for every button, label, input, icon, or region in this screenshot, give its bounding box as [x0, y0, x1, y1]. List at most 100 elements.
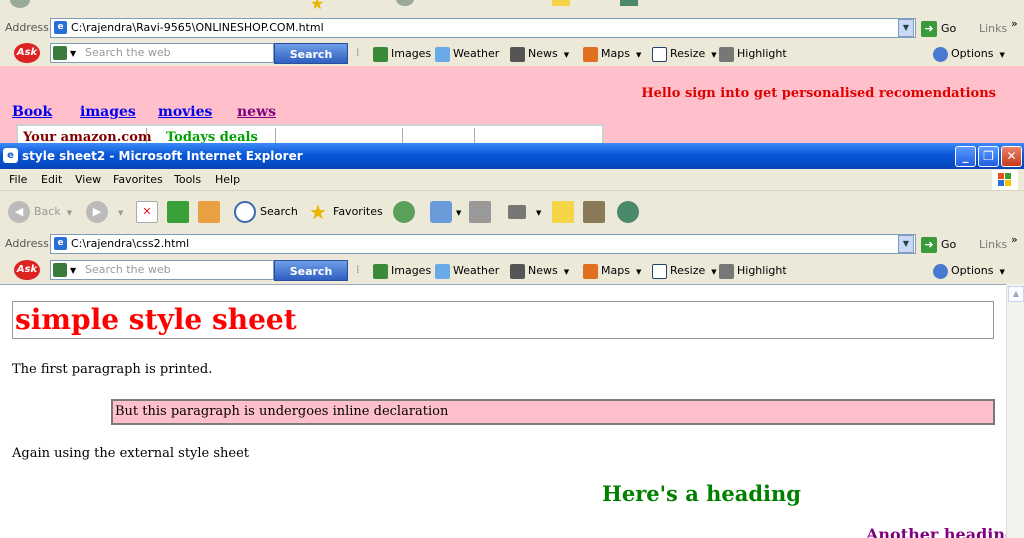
scroll-up-icon[interactable]: ▲	[1008, 286, 1024, 302]
heading-two: Here's a heading	[602, 481, 801, 506]
messenger-icon[interactable]	[620, 0, 638, 6]
chevron-down-icon: ▼	[70, 49, 77, 58]
toolbar-grip-icon[interactable]: ⁞	[356, 46, 360, 59]
first-paragraph: The first paragraph is printed.	[12, 362, 213, 377]
ask-logo-icon[interactable]: Ask	[14, 260, 40, 280]
go-button[interactable]: ➜ Go	[921, 21, 956, 37]
forward-arrow-icon: ▶	[86, 201, 108, 223]
refresh-button[interactable]	[167, 200, 193, 224]
address-value: C:\rajendra\css2.html	[71, 237, 190, 250]
back-icon[interactable]	[10, 0, 30, 8]
address-bar: Address e C:\rajendra\css2.html ▼ ➜ Go Li…	[0, 233, 1024, 255]
highlight-button[interactable]: Highlight	[719, 46, 787, 62]
resize-icon	[652, 46, 667, 62]
ask-search-input[interactable]: ▼ Search the web	[50, 260, 274, 280]
nav-link-news[interactable]: news	[237, 104, 276, 120]
top-window-toolbar-fragment: ★	[0, 0, 1024, 14]
address-dropdown-icon[interactable]: ▼	[898, 235, 914, 253]
top-page-table: Your amazon.com Todays deals	[16, 124, 604, 143]
links-label[interactable]: Links	[979, 22, 1007, 35]
edit-button[interactable]: ▼	[508, 200, 541, 225]
address-value: C:\rajendra\Ravi-9565\ONLINESHOP.COM.htm…	[71, 21, 324, 34]
address-input[interactable]: e C:\rajendra\Ravi-9565\ONLINESHOP.COM.h…	[50, 18, 916, 38]
menu-help[interactable]: Help	[215, 173, 240, 186]
history-button[interactable]	[393, 200, 419, 224]
refresh-icon	[167, 201, 189, 223]
edit-icon	[508, 205, 526, 219]
news-button[interactable]: News ▼	[510, 46, 569, 63]
news-button[interactable]: News ▼	[510, 263, 569, 280]
go-button[interactable]: ➜ Go	[921, 237, 956, 253]
forward-button[interactable]: ▶ ▼	[86, 200, 123, 225]
history-icon[interactable]	[396, 0, 414, 6]
images-icon	[373, 263, 388, 279]
ask-search-button[interactable]: Search	[274, 260, 348, 281]
options-button[interactable]: Options ▼	[933, 46, 1005, 63]
table-cell-todays-deals: Todays deals	[166, 130, 258, 143]
window-title-bar[interactable]: e style sheet2 - Microsoft Internet Expl…	[0, 143, 1024, 169]
go-arrow-icon: ➜	[921, 237, 937, 253]
vertical-scrollbar[interactable]: ▲	[1006, 284, 1024, 538]
home-button[interactable]	[198, 200, 224, 224]
minimize-button[interactable]: _	[955, 146, 976, 167]
messenger-button[interactable]	[617, 200, 643, 224]
mail-button[interactable]: ▼	[430, 200, 461, 225]
table-cell-your-amazon: Your amazon.com	[23, 130, 152, 143]
search-placeholder: Search the web	[85, 263, 171, 276]
options-button[interactable]: Options ▼	[933, 263, 1005, 280]
chevron-right-icon[interactable]: »	[1011, 17, 1018, 30]
windows-logo-icon	[992, 170, 1018, 190]
external-style-paragraph: Again using the external style sheet	[12, 446, 250, 461]
window-title: style sheet2 - Microsoft Internet Explor…	[22, 149, 303, 163]
search-placeholder: Search the web	[85, 46, 171, 59]
favorites-button[interactable]: ★ Favorites	[307, 200, 383, 224]
images-button[interactable]: Images	[373, 263, 431, 279]
resize-button[interactable]: Resize ▼	[652, 263, 717, 280]
ask-search-button[interactable]: Search	[274, 43, 348, 64]
navigation-toolbar: ◀ Back ▼ ▶ ▼ ✕ Search ★ Favorites ▼ ▼	[0, 192, 1024, 232]
gear-icon	[933, 263, 948, 279]
notes-icon[interactable]	[552, 0, 570, 6]
heading-three: Another heading	[866, 525, 1006, 538]
close-button[interactable]: ✕	[1001, 146, 1022, 167]
home-icon	[198, 201, 220, 223]
highlight-icon	[719, 263, 734, 279]
top-address-bar: Address e C:\rajendra\Ravi-9565\ONLINESH…	[0, 17, 1024, 39]
favorites-icon[interactable]: ★	[310, 0, 324, 13]
resize-button[interactable]: Resize ▼	[652, 46, 717, 63]
menu-file[interactable]: File	[9, 173, 27, 186]
messenger-icon	[617, 201, 639, 223]
highlight-button[interactable]: Highlight	[719, 263, 787, 279]
weather-button[interactable]: Weather	[435, 46, 499, 62]
print-button[interactable]	[469, 200, 495, 224]
nav-link-images[interactable]: images	[80, 104, 136, 120]
chevron-right-icon[interactable]: »	[1011, 233, 1018, 246]
address-dropdown-icon[interactable]: ▼	[898, 19, 914, 37]
nav-link-movies[interactable]: movies	[158, 104, 212, 120]
address-input[interactable]: e C:\rajendra\css2.html	[50, 234, 916, 254]
nav-link-book[interactable]: Book	[12, 104, 52, 120]
maps-button[interactable]: Maps ▼	[583, 46, 641, 63]
gear-icon	[933, 46, 948, 62]
ask-toolbar: Ask ▼ Search the web Search ⁞ Images Wea…	[0, 256, 1024, 284]
images-icon	[373, 46, 388, 62]
toolbar-grip-icon[interactable]: ⁞	[356, 263, 360, 276]
stop-button[interactable]: ✕	[136, 200, 162, 224]
weather-button[interactable]: Weather	[435, 263, 499, 279]
notes-button[interactable]	[552, 200, 578, 224]
ask-search-input[interactable]: ▼ Search the web	[50, 43, 274, 63]
research-button[interactable]	[583, 200, 609, 224]
back-arrow-icon: ◀	[8, 201, 30, 223]
images-button[interactable]: Images	[373, 46, 431, 62]
links-label[interactable]: Links	[979, 238, 1007, 251]
highlight-icon	[719, 46, 734, 62]
menu-view[interactable]: View	[75, 173, 101, 186]
maps-button[interactable]: Maps ▼	[583, 263, 641, 280]
back-button[interactable]: ◀ Back ▼	[8, 200, 72, 225]
maximize-button[interactable]: ❐	[978, 146, 999, 167]
ask-logo-icon[interactable]: Ask	[14, 43, 40, 63]
menu-tools[interactable]: Tools	[174, 173, 201, 186]
search-button[interactable]: Search	[234, 200, 298, 224]
menu-favorites[interactable]: Favorites	[113, 173, 163, 186]
menu-edit[interactable]: Edit	[41, 173, 62, 186]
